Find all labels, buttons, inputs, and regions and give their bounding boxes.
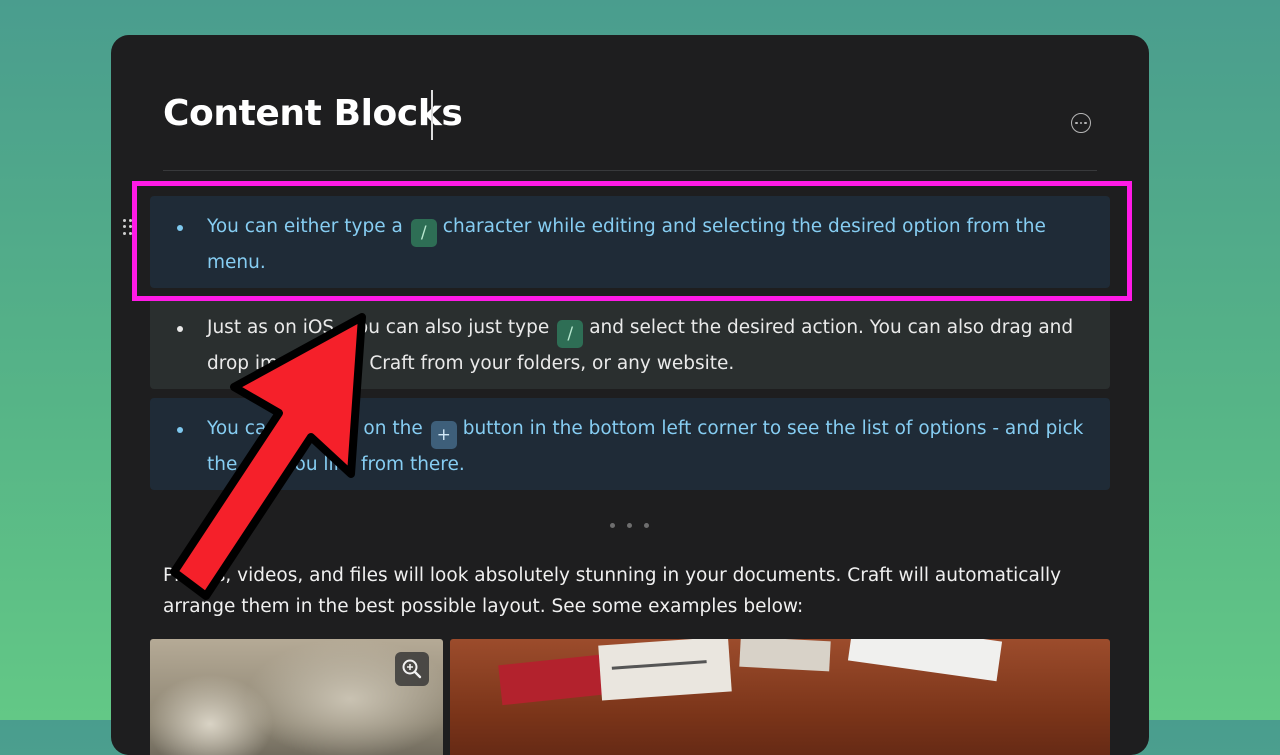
red-arrow-annotation <box>170 313 366 600</box>
